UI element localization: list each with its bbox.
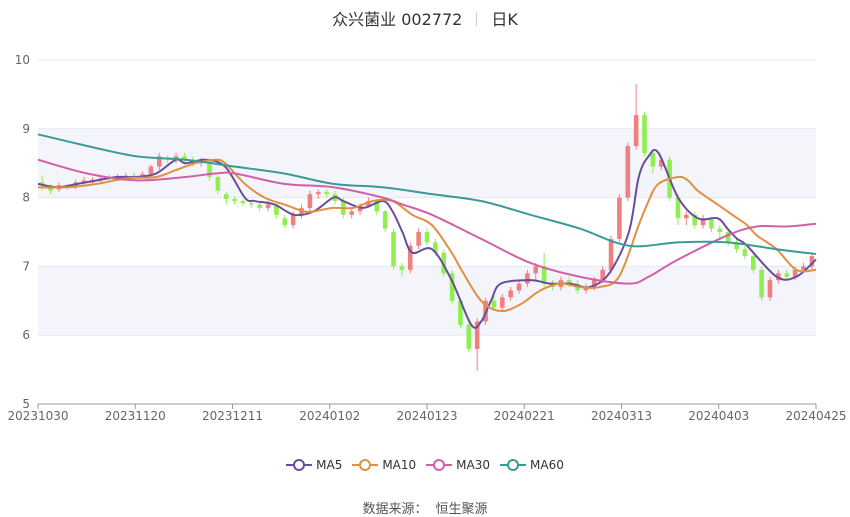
candle-down (424, 232, 430, 243)
candle-up (265, 204, 271, 208)
candle-down (491, 300, 497, 308)
candle-up (684, 214, 689, 219)
x-tick-label: 20240102 (299, 409, 360, 423)
x-tick-label: 20240403 (688, 409, 749, 423)
candle-up (508, 290, 513, 298)
legend-marker (500, 459, 527, 471)
candle-up (290, 214, 296, 226)
x-tick-label: 20240123 (396, 409, 457, 423)
candle-down (750, 256, 756, 270)
candle-up (608, 238, 614, 270)
candle-up (533, 266, 539, 274)
candle-up (525, 273, 530, 284)
y-tick-label: 9 (22, 122, 30, 136)
candle-down (282, 218, 288, 226)
legend-item-ma30[interactable]: MA30 (426, 458, 490, 472)
x-tick-label: 20231120 (105, 409, 166, 423)
candle-up (516, 283, 522, 291)
candle-down (223, 194, 229, 199)
candle-up (633, 115, 639, 146)
grid-band (38, 128, 816, 198)
candle-up (315, 192, 321, 195)
candle-up (625, 146, 631, 198)
y-tick-label: 7 (22, 259, 30, 273)
candle-up (416, 232, 421, 246)
candle-down (742, 249, 748, 257)
legend-item-ma10[interactable]: MA10 (352, 458, 416, 472)
legend-marker (426, 459, 453, 471)
legend-label: MA5 (316, 458, 343, 472)
grid-band (38, 266, 816, 336)
candle-down (232, 198, 237, 202)
x-tick-label: 20240425 (785, 409, 846, 423)
candle-down (240, 201, 246, 204)
y-tick-label: 10 (15, 53, 30, 67)
candle-down (399, 266, 405, 270)
candle-up (617, 197, 622, 239)
candle-up (307, 194, 313, 208)
legend-label: MA60 (530, 458, 564, 472)
y-tick-label: 6 (22, 328, 30, 342)
candle-up (767, 280, 773, 298)
candle-down (759, 269, 764, 298)
legend-marker (286, 459, 313, 471)
x-tick-label: 20240313 (591, 409, 652, 423)
legend-item-ma5[interactable]: MA5 (286, 458, 342, 472)
candle-up (349, 211, 355, 215)
x-tick-label: 20240221 (494, 409, 555, 423)
legend: MA5 MA10 MA30 MA60 (0, 458, 850, 474)
y-tick-label: 8 (22, 191, 30, 205)
legend-label: MA10 (382, 458, 417, 472)
legend-item-ma60[interactable]: MA60 (500, 458, 564, 472)
candle-down (257, 204, 262, 208)
candle-down (642, 115, 647, 153)
candle-down (717, 228, 723, 232)
candle-down (650, 152, 656, 167)
candle-down (709, 218, 714, 229)
legend-marker (352, 459, 379, 471)
candle-down (382, 211, 388, 229)
candle-down (784, 273, 790, 277)
candle-up (499, 297, 505, 308)
candle-down (391, 232, 396, 267)
source-label: 数据来源： (362, 502, 428, 517)
data-source: 数据来源： 恒生聚源 (0, 498, 850, 517)
candlestick-chart: 567891020231030 20231120 20231211 20240102 2… (7, 53, 846, 423)
x-tick-label: 20231211 (202, 409, 263, 423)
candle-down (324, 192, 329, 195)
candle-up (148, 166, 154, 175)
legend-label: MA30 (456, 458, 491, 472)
candle-down (249, 203, 254, 205)
source-value: 恒生聚源 (435, 502, 488, 517)
candle-down (215, 176, 221, 191)
x-tick-label: 20231030 (7, 409, 68, 423)
candle-down (466, 324, 472, 349)
